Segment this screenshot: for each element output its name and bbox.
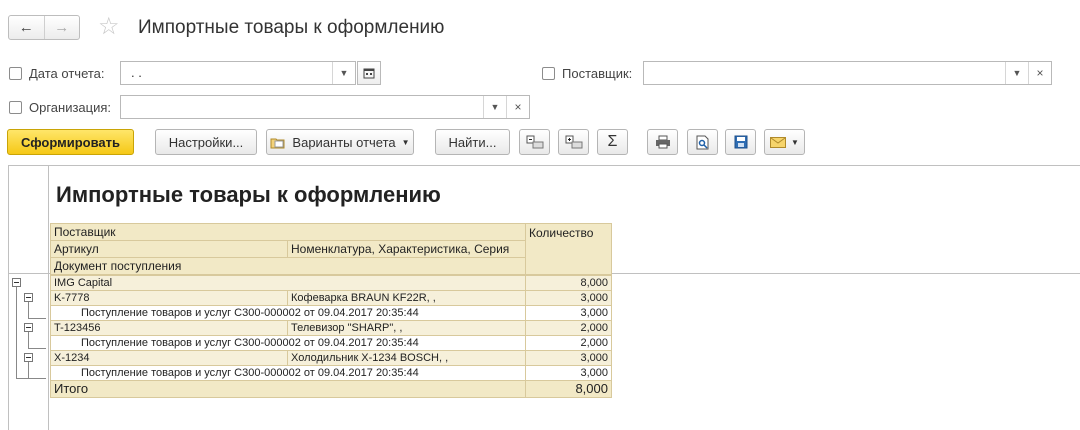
collapse-toggle-icon[interactable] <box>24 293 33 302</box>
item-receipt-qty: 2,000 <box>525 335 612 351</box>
report-date-input[interactable]: . . ▼ <box>120 61 356 85</box>
header-article: Артикул <box>50 240 288 258</box>
tree-line <box>16 378 46 379</box>
printer-icon <box>655 135 670 149</box>
print-preview-icon <box>696 135 708 149</box>
chevron-down-icon: ▼ <box>791 137 799 147</box>
history-nav: ← → <box>8 15 80 40</box>
arrow-left-icon: ← <box>18 19 34 36</box>
item-receipt-document: Поступление товаров и услуг С300-000002 … <box>50 335 526 351</box>
clear-icon[interactable]: × <box>506 96 529 118</box>
sum-button[interactable]: Σ <box>597 129 628 155</box>
envelope-icon <box>770 136 787 148</box>
item-nomenclature: Холодильник X-1234 BOSCH, , <box>287 350 526 366</box>
settings-button[interactable]: Настройки... <box>155 129 257 155</box>
tree-line <box>28 362 29 378</box>
item-receipt-document: Поступление товаров и услуг С300-000002 … <box>50 305 526 321</box>
supplier-row-qty: 8,000 <box>525 275 612 291</box>
item-receipt-qty: 3,000 <box>525 305 612 321</box>
item-article: X-1234 <box>50 350 288 366</box>
chevron-down-icon[interactable]: ▼ <box>332 62 355 84</box>
chevron-down-icon[interactable]: ▼ <box>1005 62 1028 84</box>
calendar-button[interactable] <box>357 61 381 85</box>
total-qty: 8,000 <box>525 380 612 398</box>
report-frame-left <box>8 165 9 430</box>
forward-button[interactable]: → <box>43 16 80 39</box>
total-label: Итого <box>50 380 526 398</box>
preview-button[interactable] <box>687 129 718 155</box>
supplier-row-name: IMG Capital <box>50 275 526 291</box>
folder-icon <box>270 138 285 148</box>
collapse-toggle-icon[interactable] <box>24 323 33 332</box>
report-date-checkbox[interactable] <box>9 67 22 80</box>
report-variants-button[interactable]: Варианты отчета ▼ <box>266 129 414 155</box>
print-button[interactable] <box>647 129 678 155</box>
supplier-input[interactable]: ▼ × <box>643 61 1052 85</box>
organization-checkbox[interactable] <box>9 101 22 114</box>
item-nomenclature: Телевизор "SHARP", , <box>287 320 526 336</box>
floppy-disk-icon <box>734 135 747 149</box>
supplier-label: Поставщик: <box>562 66 633 81</box>
expand-groups-button[interactable] <box>558 129 589 155</box>
generate-button[interactable]: Сформировать <box>7 129 134 155</box>
report-variants-label: Варианты отчета <box>292 134 396 150</box>
header-nomenclature: Номенклатура, Характеристика, Серия <box>287 240 526 258</box>
page-title: Импортные товары к оформлению <box>138 17 445 38</box>
item-receipt-document: Поступление товаров и услуг С300-000002 … <box>50 365 526 381</box>
expand-groups-icon <box>565 135 582 149</box>
collapse-toggle-icon[interactable] <box>24 353 33 362</box>
save-button[interactable] <box>725 129 756 155</box>
item-qty: 3,000 <box>525 290 612 306</box>
report-title: Импортные товары к оформлению <box>56 182 441 207</box>
chevron-down-icon: ▼ <box>401 137 410 147</box>
back-button[interactable]: ← <box>9 16 44 39</box>
calendar-icon <box>363 68 375 79</box>
tree-line <box>28 348 46 349</box>
collapse-groups-icon <box>526 135 543 149</box>
tree-line <box>28 302 29 318</box>
collapse-groups-button[interactable] <box>519 129 550 155</box>
tree-line <box>16 287 17 378</box>
tree-line <box>28 318 46 319</box>
arrow-right-icon: → <box>54 19 70 36</box>
collapse-toggle-icon[interactable] <box>12 278 21 287</box>
sigma-icon: Σ <box>607 133 618 150</box>
report-date-value: . . <box>131 65 142 80</box>
item-receipt-qty: 3,000 <box>525 365 612 381</box>
tree-line <box>28 332 29 348</box>
find-button[interactable]: Найти... <box>435 129 510 155</box>
chevron-down-icon[interactable]: ▼ <box>483 96 506 118</box>
item-article: T-123456 <box>50 320 288 336</box>
item-article: K-7778 <box>50 290 288 306</box>
send-email-button[interactable]: ▼ <box>764 129 805 155</box>
header-quantity: Количество <box>525 223 612 275</box>
item-qty: 3,000 <box>525 350 612 366</box>
report-frame-top <box>8 165 1080 166</box>
header-supplier: Поставщик <box>50 223 526 241</box>
report-date-label: Дата отчета: <box>29 66 105 81</box>
item-qty: 2,000 <box>525 320 612 336</box>
supplier-checkbox[interactable] <box>542 67 555 80</box>
item-nomenclature: Кофеварка BRAUN KF22R, , <box>287 290 526 306</box>
favorite-star-icon[interactable]: ☆ <box>98 14 120 40</box>
clear-icon[interactable]: × <box>1028 62 1051 84</box>
organization-input[interactable]: ▼ × <box>120 95 530 119</box>
header-receipt-document: Документ поступления <box>50 257 526 275</box>
report-gutter-divider <box>48 166 49 430</box>
organization-label: Организация: <box>29 100 112 115</box>
